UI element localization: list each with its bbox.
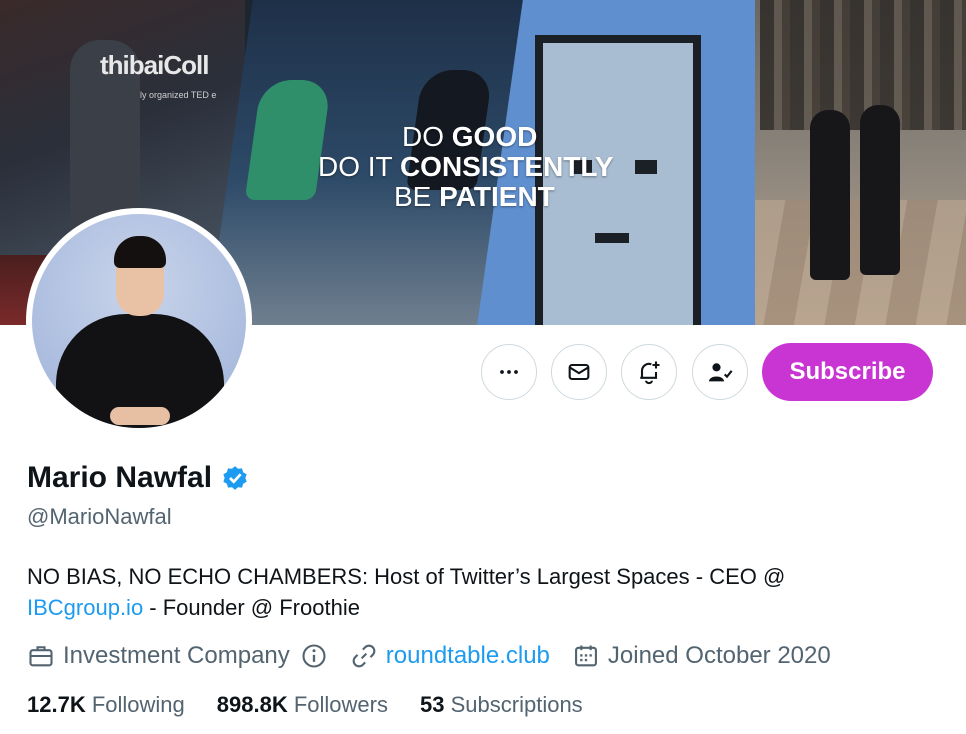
more-button[interactable] (481, 344, 537, 400)
meta-category: Investment Company (27, 642, 328, 670)
bell-plus-icon (640, 361, 660, 385)
banner-quote: DO GOOD DO IT CONSISTENTLY BE PATIENT (318, 122, 648, 212)
profile-stats: 12.7K Following 898.8K Followers 53 Subs… (27, 692, 615, 718)
following-stat[interactable]: 12.7K Following (27, 692, 185, 718)
tedx-sign-sub: ly organized TED e (140, 90, 217, 100)
quote-line3-bold: PATIENT (439, 181, 555, 212)
quote-line2-bold: CONSISTENTLY (399, 151, 614, 182)
followers-count: 898.8K (216, 692, 288, 717)
profile-name-row: Mario Nawfal (27, 461, 250, 495)
dancer-figure (860, 105, 900, 275)
category-label: Investment Company (63, 642, 290, 669)
following-label: Following (91, 692, 185, 717)
followers-stat[interactable]: 898.8K Followers (217, 692, 388, 718)
subscriptions-count: 53 (420, 692, 445, 717)
avatar-photo (32, 214, 246, 428)
meta-joined: Joined October 2020 (572, 642, 831, 670)
following-button[interactable] (692, 344, 748, 400)
profile-meta: Investment Company roundtable.club Joine… (27, 642, 853, 670)
info-icon[interactable] (300, 642, 328, 670)
person-check-icon (708, 363, 733, 382)
website-link[interactable]: roundtable.club (386, 642, 550, 670)
avatar-hands (110, 407, 170, 425)
pixel-mouth (595, 233, 629, 243)
more-horizontal-icon (500, 370, 518, 374)
subscribe-button[interactable]: Subscribe (762, 343, 933, 401)
subscriptions-label: Subscriptions (450, 692, 583, 717)
profile-name: Mario Nawfal (27, 461, 213, 494)
link-icon (352, 644, 376, 668)
envelope-icon (568, 363, 590, 381)
crowd-figures (760, 0, 966, 130)
avatar-hair (114, 236, 166, 268)
quote-line3-thin: BE (394, 181, 440, 212)
message-button[interactable] (551, 344, 607, 400)
subscriptions-stat[interactable]: 53 Subscriptions (420, 692, 583, 718)
notifications-button[interactable] (621, 344, 677, 400)
bio-link-ibcgroup[interactable]: IBCgroup.io (27, 595, 143, 620)
bio-text-part2: - Founder @ Froothie (143, 595, 360, 620)
bio-text-part1: NO BIAS, NO ECHO CHAMBERS: Host of Twitt… (27, 564, 786, 589)
profile-handle: @MarioNawfal (27, 504, 172, 529)
tedx-sign: thibaiColl (100, 50, 209, 80)
profile-bio: NO BIAS, NO ECHO CHAMBERS: Host of Twitt… (27, 561, 927, 623)
meta-website: roundtable.club (350, 642, 550, 670)
following-count: 12.7K (27, 692, 86, 717)
dancer-figure (810, 110, 850, 280)
quote-line2-thin: DO IT (318, 151, 400, 182)
quote-line1-bold: GOOD (451, 121, 538, 152)
calendar-icon (574, 645, 597, 667)
briefcase-icon (29, 646, 53, 667)
joined-label: Joined October 2020 (607, 642, 831, 669)
verified-badge-icon[interactable] (220, 463, 250, 493)
profile-avatar[interactable] (26, 208, 252, 434)
quote-line1-thin: DO (402, 121, 452, 152)
followers-label: Followers (293, 692, 388, 717)
